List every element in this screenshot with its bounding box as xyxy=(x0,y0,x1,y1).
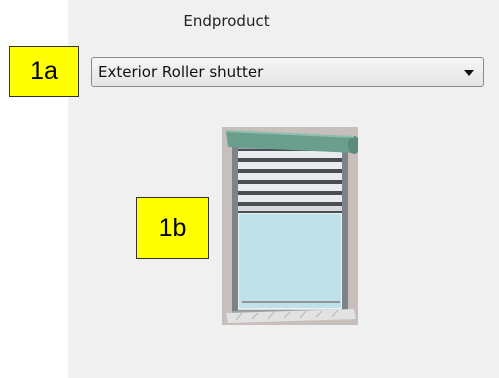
window-glass xyxy=(238,213,342,309)
callout-1b: 1b xyxy=(136,197,209,259)
roller-shutter-image xyxy=(222,127,358,325)
callout-1a: 1a xyxy=(9,46,79,97)
panel-title-label: Endproduct xyxy=(183,12,270,30)
shutter-slats xyxy=(238,149,342,213)
panel-title: Endproduct xyxy=(0,12,431,30)
endproduct-dropdown[interactable]: Exterior Roller shutter xyxy=(91,57,484,87)
chevron-down-icon[interactable] xyxy=(464,70,474,76)
dropdown-selected-value: Exterior Roller shutter xyxy=(98,63,264,81)
screenshot-stage: Endproduct Exterior Roller shutter 1a 1b xyxy=(0,0,499,378)
